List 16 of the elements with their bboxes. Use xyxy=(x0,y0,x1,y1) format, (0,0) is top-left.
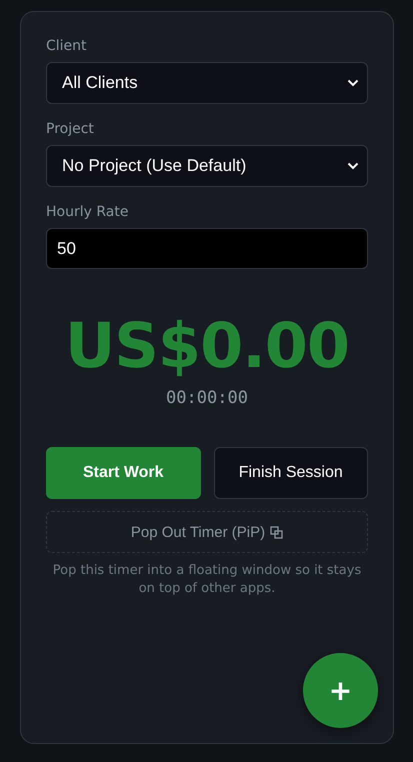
pop-out-hint: Pop this timer into a floating window so it stays on top of other apps. xyxy=(52,562,362,598)
field-label: Client xyxy=(46,38,87,54)
finish-button[interactable]: Finish Session xyxy=(214,447,368,499)
field-label: Project xyxy=(46,121,94,137)
select-field[interactable]: All Clients xyxy=(46,62,368,104)
chevron-down-icon xyxy=(347,79,359,87)
chevron-down-icon xyxy=(347,162,359,170)
pop-out-icon xyxy=(270,526,284,538)
start-button[interactable]: Start Work xyxy=(46,447,200,499)
pop-out-button[interactable]: Pop Out Timer (PiP) xyxy=(46,511,368,553)
field-label: Hourly Rate xyxy=(46,204,128,220)
select-field[interactable]: No Project (Use Default) xyxy=(46,145,368,187)
earnings-amount: US$0.00 xyxy=(64,310,350,382)
elapsed-time: 00:00:00 xyxy=(166,388,248,408)
input-field[interactable]: 50 xyxy=(46,228,368,269)
add-button[interactable]: + xyxy=(303,653,378,728)
